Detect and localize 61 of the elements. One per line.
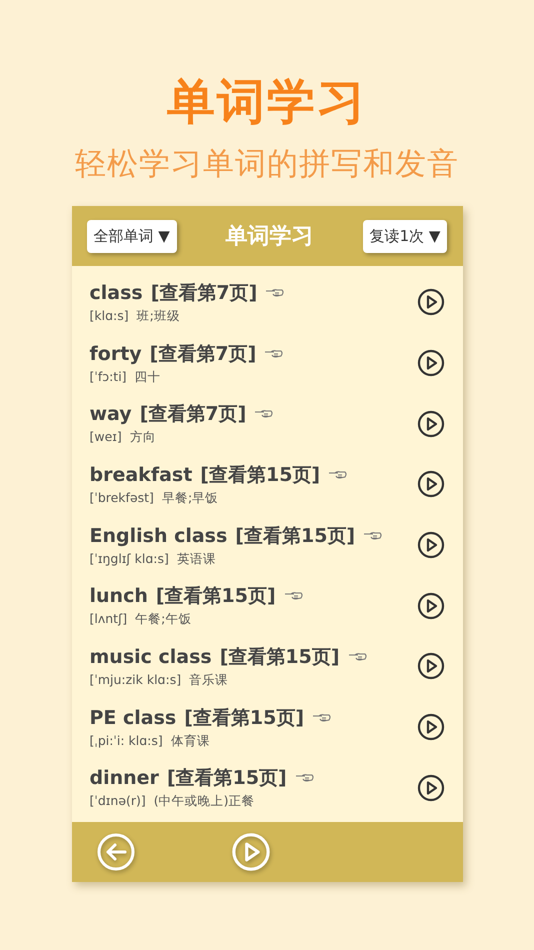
word: class — [90, 282, 143, 304]
page-link[interactable]: [查看第7页] — [140, 401, 246, 428]
play-button[interactable] — [416, 288, 444, 316]
phonetic: [ˈdɪnə(r)] — [90, 793, 146, 810]
pointing-hand-icon — [363, 530, 384, 542]
meaning: 体育课 — [170, 732, 210, 750]
play-button[interactable] — [416, 713, 444, 742]
back-button[interactable] — [96, 832, 136, 872]
meaning: 方向 — [130, 429, 156, 446]
meaning: 音乐课 — [189, 672, 228, 689]
word: PE class — [90, 706, 176, 729]
play-button[interactable] — [416, 774, 444, 802]
pointing-hand-icon — [264, 348, 284, 360]
word: way — [90, 403, 132, 426]
repeat-dropdown[interactable]: 复读1次 ▼ — [362, 220, 448, 252]
page-link[interactable]: [查看第15页] — [156, 583, 276, 610]
pointing-hand-icon — [312, 712, 332, 724]
headline: 单词学习 — [167, 73, 367, 132]
word: lunch — [90, 585, 148, 608]
play-button[interactable] — [416, 349, 444, 378]
page-link[interactable]: [查看第7页] — [150, 340, 256, 367]
filter-dropdown[interactable]: 全部单词 ▼ — [86, 220, 177, 252]
pointing-hand-icon — [328, 468, 348, 481]
subtitle: 轻松学习单词的拼写和发音 — [75, 145, 459, 184]
play-button[interactable] — [416, 592, 444, 620]
pointing-hand-icon — [265, 286, 286, 299]
meaning: 英语课 — [176, 550, 216, 568]
word: English class — [90, 524, 228, 547]
meaning: (中午或晚上)正餐 — [154, 793, 255, 810]
meaning: 四十 — [134, 368, 161, 386]
play-all-button[interactable] — [230, 832, 270, 872]
phonetic: [klɑ:s] — [90, 308, 129, 325]
meaning: 早餐;早饭 — [162, 490, 218, 507]
word: breakfast — [90, 464, 192, 486]
word: forty — [90, 342, 142, 365]
page-link[interactable]: [查看第15页] — [235, 522, 356, 549]
page-link[interactable]: [查看第15页] — [220, 644, 340, 670]
phonetic: [ˈɪŋglɪʃ klɑ:s] — [90, 550, 169, 568]
phonetic: [ˌpi:ˈi: klɑ:s] — [90, 732, 163, 750]
page-link[interactable]: [查看第7页] — [150, 280, 258, 306]
play-button[interactable] — [416, 470, 444, 498]
word: dinner — [90, 767, 159, 790]
play-button[interactable] — [416, 410, 444, 438]
meaning: 班;班级 — [136, 308, 180, 325]
pointing-hand-icon — [348, 650, 368, 663]
play-button[interactable] — [416, 652, 444, 680]
word: music class — [90, 646, 212, 668]
panel-title: 单词学习 — [226, 222, 314, 251]
play-button[interactable] — [416, 531, 444, 560]
page-link[interactable]: [查看第15页] — [200, 462, 320, 488]
meaning: 午餐;午饭 — [135, 611, 192, 628]
phonetic: [weɪ] — [90, 429, 122, 446]
pointing-hand-icon — [284, 590, 304, 602]
page-link[interactable]: [查看第15页] — [184, 704, 304, 731]
pointing-hand-icon — [294, 772, 315, 784]
page-link[interactable]: [查看第15页] — [166, 765, 287, 792]
phonetic: [ˈfɔ:ti] — [90, 368, 127, 386]
phonetic: [ˈmju:zik klɑ:s] — [90, 672, 182, 689]
phonetic: [ˈbrekfəst] — [90, 490, 154, 507]
pointing-hand-icon — [254, 408, 274, 420]
phonetic: [lʌntʃ] — [90, 611, 128, 628]
